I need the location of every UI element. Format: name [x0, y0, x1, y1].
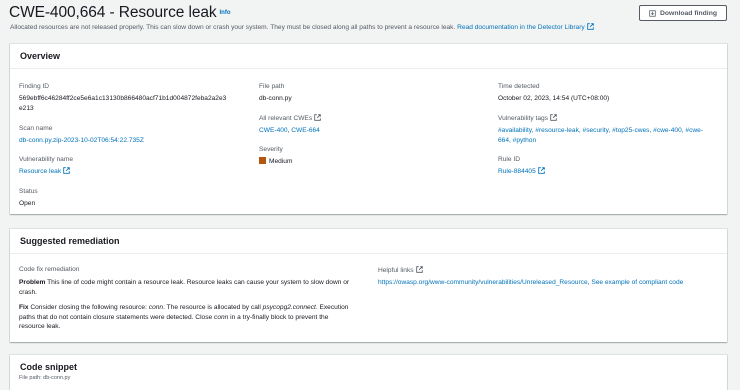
external-link-icon — [415, 266, 423, 273]
code-fix-label: Code fix remediation — [19, 266, 80, 273]
page-header: CWE-400,664 - Resource leak Info — [9, 4, 231, 22]
tags-link-line2[interactable]: 664, #python — [498, 137, 536, 144]
remediation-card: Suggested remediation Code fix remediati… — [10, 229, 727, 342]
tags-field: Vulnerability tags #availability, #resou… — [498, 114, 720, 145]
rule-link[interactable]: Rule-884405 — [498, 167, 545, 175]
description-text: Allocated resources are not released pro… — [10, 24, 456, 31]
code-snippet-card: Code snippet — [10, 355, 727, 390]
file-path-field: File path db-conn.py — [259, 83, 292, 104]
external-link-icon — [314, 114, 321, 121]
external-link-icon — [538, 167, 545, 174]
time-field: Time detected October 02, 2023, 14:54 (U… — [498, 83, 609, 104]
cwes-label: All relevant CWEs — [259, 114, 321, 122]
download-icon — [649, 9, 656, 17]
status-label: Status — [19, 188, 38, 195]
external-link-icon — [550, 114, 557, 121]
code-fix-label-field: Code fix remediation — [19, 266, 79, 277]
fix-text: Fix Consider closing the following resou… — [19, 304, 349, 330]
finding-id-line2: e213 — [19, 104, 34, 112]
status-value: Open — [19, 200, 36, 207]
helpful-links-label: Helpful links — [378, 266, 723, 274]
external-link-icon — [586, 23, 594, 30]
problem-text: Problem This line of code might contain … — [19, 279, 350, 296]
download-finding-button[interactable]: Download finding — [639, 5, 727, 21]
cwe-400-link[interactable]: CWE-400 — [259, 127, 288, 134]
severity-value: Medium — [269, 158, 293, 165]
tags-label: Vulnerability tags — [498, 114, 720, 122]
severity-label: Severity — [259, 146, 283, 153]
remediation-heading: Suggested remediation — [10, 229, 727, 254]
severity-field: Severity Medium — [259, 146, 292, 167]
page-title: CWE-400,664 - Resource leak — [9, 4, 217, 21]
scan-name-link[interactable]: db-conn.py.zip-2023-10-02T06:54:22.735Z — [19, 137, 144, 144]
severity-indicator — [259, 157, 266, 164]
vuln-name-link[interactable]: Resource leak — [19, 167, 70, 175]
download-label: Download finding — [659, 9, 717, 17]
overview-card: Overview Finding ID 569ebff6c46284ff2ce5… — [10, 44, 727, 214]
file-path-label: File path — [259, 83, 285, 90]
snippet-file-path: File path: db-conn.py — [19, 375, 71, 381]
tags-link-line1[interactable]: #availability, #resource-leak, #security… — [498, 127, 703, 134]
scan-name-label: Scan name — [19, 125, 53, 132]
vuln-name-field: Vulnerability name Resource leak — [19, 156, 73, 177]
code-snippet-heading: Code snippet — [20, 362, 78, 372]
time-value: October 02, 2023, 14:54 (UTC+08:00) — [498, 95, 610, 102]
detector-library-link[interactable]: Read documentation in the Detector Libra… — [457, 23, 594, 31]
file-path-value: db-conn.py — [259, 95, 292, 102]
info-link[interactable]: Info — [220, 10, 231, 16]
overview-heading: Overview — [10, 44, 727, 69]
scan-name-field: Scan name db-conn.py.zip-2023-10-02T06:5… — [19, 125, 144, 146]
cwe-664-link[interactable]: CWE-664 — [291, 127, 320, 134]
helpful-links-field: Helpful links https://owasp.org/www-comm… — [378, 266, 723, 288]
external-link-icon — [63, 167, 70, 174]
cwes-field: All relevant CWEs CWE-400, CWE-664 — [259, 114, 321, 134]
compliant-code-link[interactable]: See example of compliant code — [591, 279, 683, 286]
owasp-link[interactable]: https://owasp.org/www-community/vulnerab… — [378, 279, 588, 286]
vuln-name-label: Vulnerability name — [19, 156, 73, 163]
finding-id-line1: 569ebff6c46284ff2ce5e6a1c13130b866480acf… — [19, 95, 227, 102]
rule-field: Rule ID Rule-884405 — [498, 156, 545, 177]
rule-label: Rule ID — [498, 156, 520, 163]
finding-id-label: Finding ID — [19, 83, 50, 90]
finding-id-field: Finding ID 569ebff6c46284ff2ce5e6a1c1313… — [19, 83, 251, 113]
time-label: Time detected — [498, 83, 540, 90]
status-field: Status Open — [19, 188, 38, 209]
page-description: Allocated resources are not released pro… — [10, 23, 594, 31]
